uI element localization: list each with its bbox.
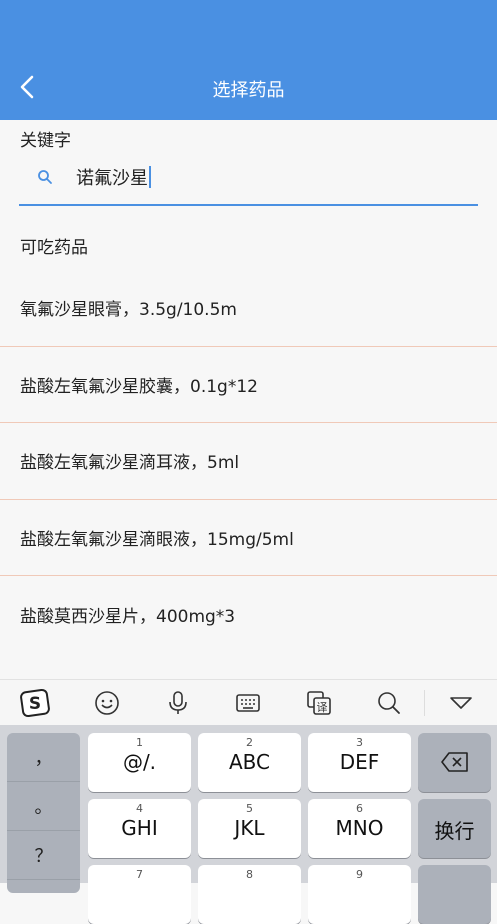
enter-key-label: 换行 [434, 819, 475, 843]
key-number: 4 [136, 802, 143, 815]
keyboard-toolbar: S 译 [0, 679, 497, 725]
translate-icon: 译 [307, 691, 331, 715]
key-4[interactable]: 4 GHI [88, 799, 191, 858]
backspace-icon [441, 752, 468, 772]
key-number: 8 [246, 868, 253, 881]
punct-key[interactable]: 。 [7, 782, 80, 831]
microphone-icon [169, 691, 187, 714]
translate-button[interactable]: 译 [304, 688, 334, 718]
keyboard: ， 。 ？ 1 @/. 2 ABC 3 DEF 4 GHI 5 JKL 6 MN… [0, 725, 497, 924]
key-number: 1 [136, 736, 143, 749]
punct-key[interactable]: ， [7, 733, 80, 782]
section-title: 可吃药品 [20, 238, 88, 258]
voice-button[interactable] [163, 688, 193, 718]
key-number: 5 [246, 802, 253, 815]
nav-bar: 选择药品 [0, 0, 497, 120]
key-label: MNO [335, 816, 384, 840]
key-1[interactable]: 1 @/. [88, 733, 191, 792]
key-number: 3 [356, 736, 363, 749]
list-item[interactable]: 盐酸左氧氟沙星滴眼液，15mg/5ml [0, 500, 497, 576]
key-7[interactable]: 7 [88, 865, 191, 924]
list-item[interactable]: 氧氟沙星眼膏，3.5g/10.5m [0, 270, 497, 347]
hide-keyboard-button[interactable] [446, 688, 476, 718]
enter-key[interactable]: 换行 [418, 799, 491, 858]
list-item[interactable]: 盐酸莫西沙星片，400mg*3 [0, 576, 497, 653]
key-8[interactable]: 8 [198, 865, 301, 924]
key-number: 2 [246, 736, 253, 749]
search-input-value: 诺氟沙星 [76, 168, 148, 189]
keyword-label: 关键字 [20, 131, 71, 151]
key-number: 6 [356, 802, 363, 815]
keyboard-switch-button[interactable] [233, 688, 263, 718]
emoji-button[interactable] [92, 688, 122, 718]
svg-text:S: S [29, 694, 41, 714]
sogou-logo-icon: S [20, 688, 50, 718]
key-label: @/. [122, 750, 157, 774]
svg-text:译: 译 [317, 701, 328, 714]
key-extra[interactable] [418, 865, 491, 924]
keyboard-icon [236, 694, 260, 712]
search-button[interactable] [374, 688, 404, 718]
toolbar-divider [424, 690, 425, 716]
search-icon [378, 692, 400, 714]
key-6[interactable]: 6 MNO [308, 799, 411, 858]
search-field[interactable]: 诺氟沙星 [19, 158, 478, 206]
key-label: ABC [228, 750, 270, 774]
key-9[interactable]: 9 [308, 865, 411, 924]
delete-key[interactable] [418, 733, 491, 792]
key-number: 7 [136, 868, 143, 881]
key-label: GHI [121, 816, 158, 840]
list-item[interactable]: 盐酸左氧氟沙星胶囊，0.1g*12 [0, 347, 497, 423]
search-input[interactable]: 诺氟沙星 [76, 164, 151, 190]
punct-key[interactable]: ？ [7, 831, 80, 880]
key-3[interactable]: 3 DEF [308, 733, 411, 792]
emoji-icon [95, 691, 119, 715]
key-label: DEF [339, 750, 380, 774]
sogou-logo-button[interactable]: S [20, 688, 50, 718]
text-caret [149, 166, 151, 188]
key-5[interactable]: 5 JKL [198, 799, 301, 858]
search-icon [38, 170, 52, 184]
key-label: JKL [234, 816, 265, 840]
key-number: 9 [356, 868, 363, 881]
chevron-down-icon [450, 697, 472, 709]
page-title: 选择药品 [212, 80, 285, 101]
list-item[interactable]: 盐酸左氧氟沙星滴耳液，5ml [0, 423, 497, 500]
drug-list: 氧氟沙星眼膏，3.5g/10.5m 盐酸左氧氟沙星胶囊，0.1g*12 盐酸左氧… [0, 270, 497, 653]
punctuation-column: ， 。 ？ [7, 733, 80, 893]
key-2[interactable]: 2 ABC [198, 733, 301, 792]
